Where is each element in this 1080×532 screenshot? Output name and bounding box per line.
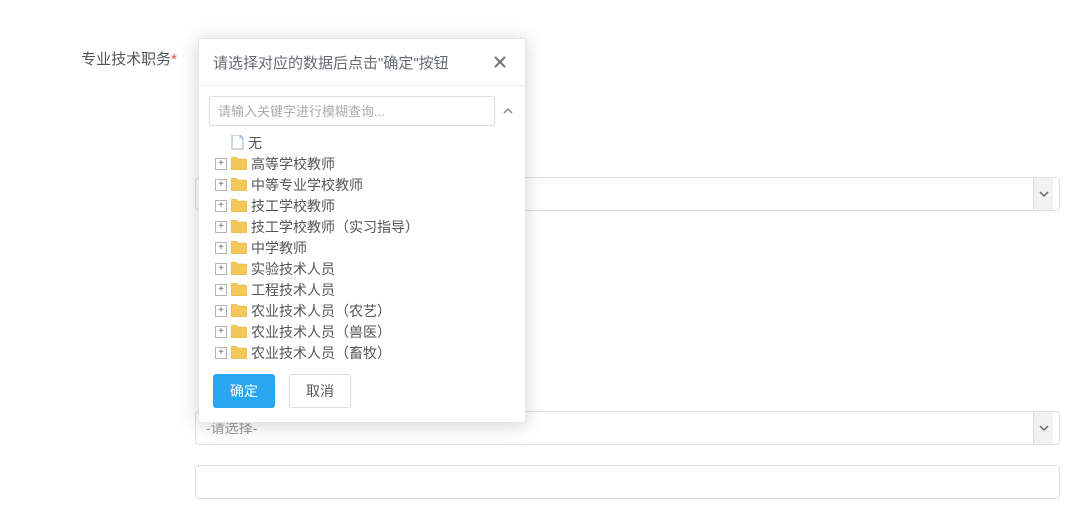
caret-up-icon[interactable]: [501, 107, 515, 115]
tree-item-label: 高等学校教师: [251, 154, 335, 174]
search-wrap: [209, 96, 515, 126]
required-marker: *: [171, 51, 177, 68]
tree-item-label: 技工学校教师: [251, 196, 335, 216]
folder-icon: [231, 199, 247, 212]
tree-item[interactable]: + 高等学校教师: [211, 153, 515, 174]
folder-icon: [231, 283, 247, 296]
search-input[interactable]: [209, 96, 495, 126]
expander-icon[interactable]: +: [215, 326, 227, 338]
tree-item[interactable]: + 农业技术人员（农艺）: [211, 300, 515, 321]
chevron-down-icon: [1033, 178, 1053, 210]
expander-icon[interactable]: +: [215, 221, 227, 233]
chevron-down-icon: [1033, 412, 1053, 444]
form-row-select-2: -请选择-: [0, 403, 1080, 453]
expander-icon[interactable]: +: [215, 305, 227, 317]
expander-icon[interactable]: +: [215, 158, 227, 170]
tree-picker-modal: 请选择对应的数据后点击"确定"按钮 无 + 高等学校教师 + 中等专业学校教师 + 技工学校…: [198, 38, 526, 423]
folder-icon: [231, 304, 247, 317]
modal-header: 请选择对应的数据后点击"确定"按钮: [199, 39, 525, 86]
close-icon: [493, 55, 507, 69]
tree-item-label: 中学教师: [251, 238, 307, 258]
tree-item-label: 中等专业学校教师: [251, 175, 363, 195]
folder-icon: [231, 241, 247, 254]
tree-item[interactable]: 无: [211, 132, 515, 153]
tree-item[interactable]: + 技工学校教师: [211, 195, 515, 216]
folder-icon: [231, 178, 247, 191]
folder-icon: [231, 346, 247, 359]
tree-item-label: 农业技术人员（农艺）: [251, 301, 391, 321]
expander-icon[interactable]: +: [215, 347, 227, 359]
tree-item-label: 无: [248, 133, 262, 153]
tree-item[interactable]: + 实验技术人员: [211, 258, 515, 279]
background-form: 专业技术职务* -请选择-: [0, 40, 1080, 507]
expander-spacer: [215, 137, 227, 149]
expander-icon[interactable]: +: [215, 179, 227, 191]
expander-icon[interactable]: +: [215, 263, 227, 275]
tree-item-label: 农业技术人员（兽医）: [251, 322, 391, 342]
cancel-button[interactable]: 取消: [289, 374, 351, 408]
expander-icon[interactable]: +: [215, 200, 227, 212]
tree-item-label: 实验技术人员: [251, 259, 335, 279]
tree-item[interactable]: + 中等专业学校教师: [211, 174, 515, 195]
folder-icon: [231, 157, 247, 170]
tree-item-label: 农业技术人员（畜牧）: [251, 343, 391, 363]
modal-body: 无 + 高等学校教师 + 中等专业学校教师 + 技工学校教师 + 技工学校教师（实习指导） + 中学…: [199, 86, 525, 362]
folder-icon: [231, 262, 247, 275]
expander-icon[interactable]: +: [215, 284, 227, 296]
expander-icon[interactable]: +: [215, 242, 227, 254]
tree-item[interactable]: + 农业技术人员（兽医）: [211, 321, 515, 342]
tree-item[interactable]: + 技工学校教师（实习指导）: [211, 216, 515, 237]
close-button[interactable]: [489, 51, 511, 73]
form-label-text: 专业技术职务: [81, 51, 171, 68]
folder-icon: [231, 325, 247, 338]
input-field[interactable]: [195, 465, 1060, 499]
tree-list[interactable]: 无 + 高等学校教师 + 中等专业学校教师 + 技工学校教师 + 技工学校教师（实习指导） + 中学…: [209, 132, 515, 362]
confirm-button[interactable]: 确定: [213, 374, 275, 408]
form-row-input: [0, 453, 1080, 507]
form-label: 专业技术职务*: [0, 48, 195, 69]
tree-item[interactable]: + 工程技术人员: [211, 279, 515, 300]
form-row-tech-title: 专业技术职务*: [0, 40, 1080, 77]
tree-item[interactable]: + 农业技术人员（畜牧）: [211, 342, 515, 362]
file-icon: [231, 135, 244, 150]
tree-item-label: 技工学校教师（实习指导）: [251, 217, 419, 237]
form-row-select-1: [0, 169, 1080, 219]
tree-item-label: 工程技术人员: [251, 280, 335, 300]
folder-icon: [231, 220, 247, 233]
modal-title: 请选择对应的数据后点击"确定"按钮: [213, 52, 449, 73]
tree-item[interactable]: + 中学教师: [211, 237, 515, 258]
modal-footer: 确定 取消: [199, 362, 525, 422]
